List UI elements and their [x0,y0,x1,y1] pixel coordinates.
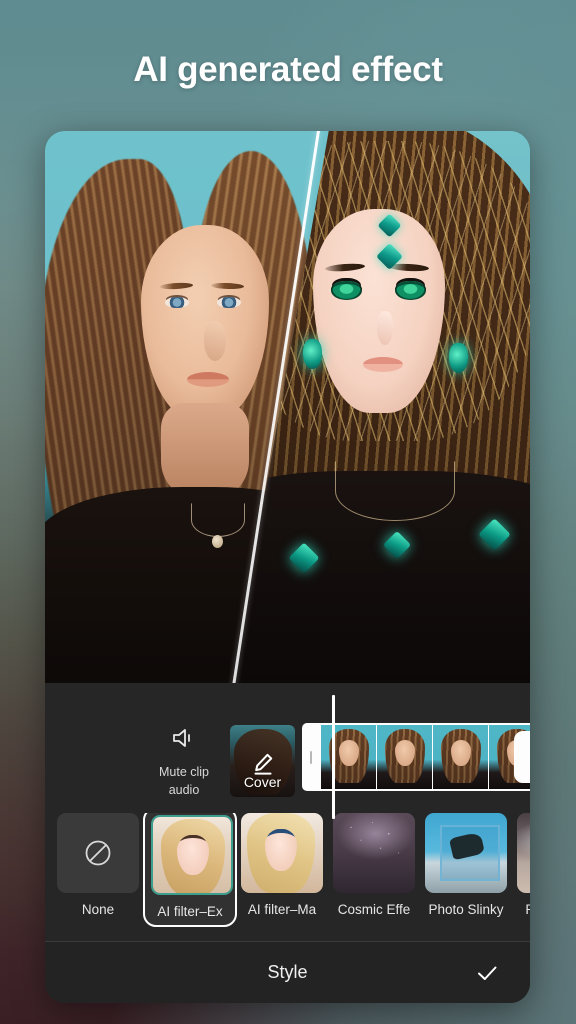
before-lips [187,372,229,387]
filter-label: Cosmic Effe [337,902,411,917]
add-clip-button[interactable] [514,731,530,783]
playhead[interactable] [332,695,335,819]
filter-item-particles[interactable]: Particles D [517,813,530,917]
trim-handle-left[interactable] [302,723,321,791]
filter-item-ai-filter-ma[interactable]: AI filter–Ma [241,813,323,917]
before-nose [204,321,226,361]
filter-item-photo-slinky[interactable]: Photo Slinky [425,813,507,917]
cover-button[interactable]: Cover [230,725,295,797]
style-label: Style [267,962,308,982]
before-pendant [212,535,223,548]
after-nose [377,311,393,345]
confirm-button[interactable] [470,956,504,990]
clip-frame[interactable] [321,725,377,789]
filter-thumb-ai-filter-ex [151,815,233,895]
filter-label: AI filter–Ex [157,904,223,919]
after-eye-left [331,281,362,300]
phone-panel: Mute clip audio Cover None AI filter–Ex … [45,131,530,1003]
filter-thumb-none [57,813,139,893]
mute-clip-audio-button[interactable]: Mute clip audio [141,727,227,799]
editor-panel: Mute clip audio Cover None AI filter–Ex … [45,683,530,1003]
filter-strip: None AI filter–Ex AI filter–Ma Cosmic Ef… [57,813,530,927]
after-eye-right [395,281,426,300]
prohibition-icon [85,840,111,866]
before-face [141,225,269,421]
filter-thumb-particles [517,813,530,893]
filter-carousel[interactable]: None AI filter–Ex AI filter–Ma Cosmic Ef… [45,813,530,941]
filter-label: AI filter–Ma [247,902,317,917]
cover-label: Cover [243,774,282,790]
check-icon [478,966,497,980]
filter-label: None [81,902,115,917]
after-lips [363,357,403,372]
before-eye-right [217,297,241,308]
page-title: AI generated effect [133,50,443,89]
clip-frame[interactable] [377,725,433,789]
filter-thumb-photo-slinky [425,813,507,893]
before-necklace [191,503,245,537]
filter-label: Particles D [525,902,530,917]
filter-item-cosmic-effect[interactable]: Cosmic Effe [333,813,415,917]
after-neck-chain [335,461,455,521]
before-neck [161,403,249,499]
timeline-row: Mute clip audio Cover [45,683,530,819]
filter-thumb-cosmic-effect [333,813,415,893]
plus-icon [526,743,530,771]
before-eye-left [165,297,189,308]
speaker-icon [141,727,227,754]
filter-item-ai-filter-ex[interactable]: AI filter–Ex [143,813,237,927]
filter-thumb-ai-filter-ma [241,813,323,893]
preview-area[interactable] [45,131,530,683]
bottom-bar: Style [45,941,530,1003]
filter-label: Photo Slinky [428,902,504,917]
clip-frame[interactable] [433,725,489,789]
mute-clip-audio-label: Mute clip audio [158,765,210,797]
clip-frames[interactable] [321,723,530,791]
after-earring-left [303,339,322,369]
app-root: AI generated effect Mute clip audio Cove… [0,0,576,1024]
video-track[interactable] [302,695,530,819]
filter-item-none[interactable]: None [57,813,139,917]
after-earring-right [449,343,468,373]
